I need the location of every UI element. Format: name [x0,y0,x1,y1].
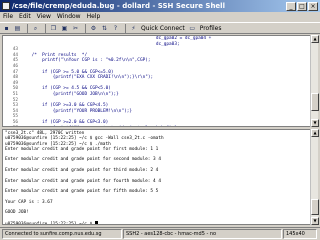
scroll-thumb[interactable] [311,93,319,111]
file-transfer-icon[interactable]: ⇅ [100,24,109,33]
code-text: {printf("YOUR PROBLEM!\n\n");} [21,108,133,114]
menu-edit[interactable]: Edit [19,12,31,22]
code-text: printf("\nYour CGP is : "%0.2f\n\n",CGP)… [21,58,151,64]
terminal-text: GOOD JOB! [5,210,29,216]
encryption-status: SSH2 - aes128-cbc - hmac-md5 - no [123,229,282,239]
search-icon[interactable]: ⌕ [31,24,40,33]
maximize-button[interactable]: □ [297,1,307,11]
code-text: {printf("You are not stupid, just slow.\… [21,126,177,127]
settings-icon[interactable]: ⚙ [89,24,98,33]
scroll-up-icon[interactable]: ▲ [311,35,319,43]
terminal-app-icon [2,2,10,10]
terminal-text: Enter modular credit and grade point for… [5,178,161,184]
terminal-text: Your CAP is : 3.67 [5,199,53,205]
toolbar-separator [45,23,46,33]
scroll-up-icon[interactable]: ▲ [311,129,319,137]
paste-icon[interactable]: ▣ [60,24,69,33]
terminal-text: Enter modular credit and grade point for… [5,157,161,163]
save-icon[interactable]: ▪ [2,24,11,33]
scroll-thumb[interactable] [311,199,319,215]
toolbar: ▪ ▤ ⌕ ❐ ▣ ✂ ⚙ ⇅ ? ⚡ Quick Connect ▭ Prof… [0,22,320,34]
line-number: 57 [3,126,21,127]
minimize-button[interactable]: _ [286,1,296,11]
toolbar-separator [85,23,86,33]
copy-icon[interactable]: ❐ [49,24,58,33]
cut-icon[interactable]: ✂ [71,24,80,33]
code-lines: dc_gpa02 = dc_gpa04 + dc_gpa03; 43 44 /* P… [3,36,311,127]
ssh-client-window: /cse/file/cremp/eduda.bug - dollard - SS… [0,0,320,240]
text-cursor [94,221,98,224]
toolbar-separator [27,23,28,33]
scroll-down-icon[interactable]: ▼ [311,119,319,127]
profiles-button[interactable]: Profiles [200,25,222,32]
terminal-text: u0759036@sunfire [15:22:25] ~/c $ ./math [5,141,111,147]
terminal-pane[interactable]: "cse3_2t.c" 48L, 2970C written u0759036@s… [2,129,312,225]
terminal-output: "cse3_2t.c" 48L, 2970C written u0759036@s… [5,131,309,225]
menu-bar: File Edit View Window Help [0,12,320,22]
quick-connect-icon[interactable]: ⚡ [129,24,138,33]
terminal-dimensions: 145x40 [283,229,317,239]
window-title: /cse/file/cremp/eduda.bug - dollard - SS… [12,2,225,10]
terminal-text: Enter modular credit and grade point for… [5,189,159,195]
code-editor-pane[interactable]: dc_gpa02 = dc_gpa04 + dc_gpa03; 43 44 /* P… [2,35,312,127]
menu-view[interactable]: View [37,12,51,22]
title-bar[interactable]: /cse/file/cremp/eduda.bug - dollard - SS… [0,0,320,12]
code-text: {printf("GOOD JOB\n\n");} [21,91,119,97]
help-icon[interactable]: ? [111,24,120,33]
quick-connect-button[interactable]: Quick Connect [141,25,185,32]
terminal-text: u0759036@sunfire [15:22:25] ~/c $ gcc -W… [5,136,164,142]
code-text: dc_gpa03; [21,41,180,47]
print-icon[interactable]: ▤ [13,24,22,33]
menu-file[interactable]: File [3,12,13,22]
connection-status: Connected to sunfire.comp.nus.edu.sg [2,229,122,239]
code-text: {printf("EXA CXX CRADI!\n\n");}\r\n"); [21,75,154,81]
terminal-text: Enter modular credit and grade point for… [5,168,159,174]
scroll-down-icon[interactable]: ▼ [311,217,319,225]
terminal-text: u0759036@sunfire [15:22:25] ~/c $ [5,221,95,225]
terminal-scrollbar[interactable]: ▲ ▼ [310,129,319,225]
terminal-text: Enter modular credit and grade point for… [5,146,159,152]
editor-scrollbar[interactable]: ▲ ▼ [310,35,319,127]
code-line: 57 {printf("You are not stupid, just slo… [3,126,311,127]
close-button[interactable]: × [308,1,318,11]
menu-help[interactable]: Help [87,12,101,22]
terminal-line: u0759036@sunfire [15:22:25] ~/c $ [5,221,309,225]
toolbar-separator [125,23,126,33]
status-bar: Connected to sunfire.comp.nus.edu.sg SSH… [0,227,320,240]
profiles-icon[interactable]: ▭ [188,24,197,33]
menu-window[interactable]: Window [57,12,81,22]
